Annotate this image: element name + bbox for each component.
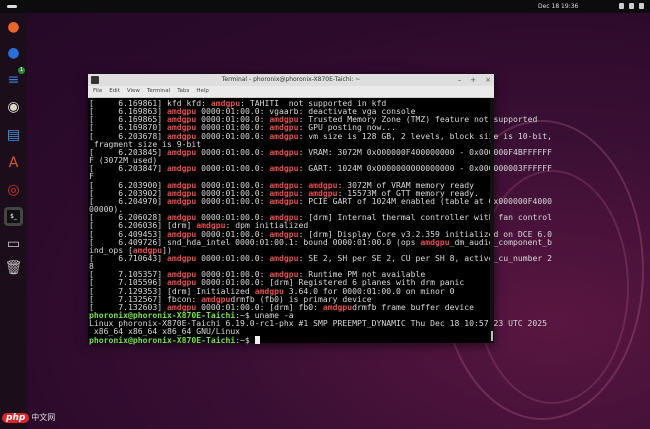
text-cursor <box>254 335 260 344</box>
dock-rhythmbox[interactable]: ◉ <box>4 97 23 116</box>
notification-badge: 1 <box>18 67 25 74</box>
dock-writer[interactable]: ▤ <box>4 125 23 144</box>
notes-icon: ≡ <box>7 71 20 88</box>
menu-help[interactable]: Help <box>196 86 209 97</box>
dock-trash[interactable]: 🗑 <box>4 258 23 277</box>
terminal-icon: $_ <box>7 210 20 223</box>
menu-file[interactable]: File <box>93 86 102 97</box>
terminal-text: : VRAM: 3072M 0x000000F400000000 - 0x000… <box>298 146 552 157</box>
volume-icon <box>629 3 634 9</box>
menu-view[interactable]: View <box>127 86 140 97</box>
terminal-icon <box>91 76 99 84</box>
driver-name: amdgpu <box>420 236 450 247</box>
terminal-line: [ 6.203847] amdgpu 0000:01:00.0: amdgpu:… <box>89 163 552 174</box>
driver-name: amdgpu <box>166 163 197 174</box>
app-center-icon: A <box>8 154 19 171</box>
writer-icon: ▤ <box>6 126 21 143</box>
terminal-text: [ 6.710643] <box>89 252 167 263</box>
driver-name: amdgpu <box>269 252 299 263</box>
maximize-icon[interactable]: + <box>470 74 476 86</box>
network-icon <box>619 3 624 9</box>
terminal-line: phoronix@phoronix-X870E-Taichi:~$ <box>89 334 490 345</box>
title-bar[interactable]: Terminal - phoronix@phoronix-X870E-Taich… <box>88 74 494 86</box>
driver-name: amdgpu <box>166 195 197 206</box>
terminal-window: Terminal - phoronix@phoronix-X870E-Taich… <box>88 74 552 345</box>
scrollbar[interactable] <box>490 98 494 343</box>
driver-name: amdgpu <box>269 195 299 206</box>
terminal-text: _dm_audio_component_b <box>449 236 552 247</box>
menu-tabs[interactable]: Tabs <box>177 86 189 97</box>
dock-thunderbird[interactable]: ● <box>4 43 23 62</box>
dock-notes[interactable]: ≡ 1 <box>4 67 25 89</box>
terminal-text: 0000:01:00.0: <box>196 195 270 206</box>
dock: ● ● ≡ 1 ◉ ▤ A ◎ $_ ▭ 🗑 <box>0 13 27 429</box>
menu-edit[interactable]: Edit <box>109 86 120 97</box>
dock-firefox[interactable]: ● <box>4 17 23 36</box>
dock-drive[interactable]: ▭ <box>4 234 23 253</box>
thunderbird-icon: ● <box>7 44 20 61</box>
watermark-logo: php <box>2 412 30 423</box>
power-icon <box>639 3 644 9</box>
help-icon: ◎ <box>7 181 20 198</box>
driver-name: amdgpu <box>166 252 197 263</box>
terminal-text: [ 6.203847] <box>89 163 167 174</box>
top-bar: Dec 18 19:36 <box>0 0 650 13</box>
menu-terminal[interactable]: Terminal <box>147 86 170 97</box>
terminal-text: drmfb frame buffer device <box>352 301 474 312</box>
terminal-text: : [drm] Internal thermal controller with… <box>298 212 552 223</box>
terminal-text: 0000:01:00.0: <box>196 130 270 141</box>
terminal-text: : PCIE GART of 1024M enabled (table at 0… <box>298 195 552 206</box>
terminal-text: 0000:01:00.0: <box>196 146 270 157</box>
driver-name: amdgpu <box>166 146 197 157</box>
terminal-line: [ 6.204970] amdgpu 0000:01:00.0: amdgpu:… <box>89 195 552 206</box>
menu-bar: File Edit View Terminal Tabs Help <box>88 86 494 98</box>
clock[interactable]: Dec 18 19:36 <box>538 3 578 10</box>
terminal-text: :~$ <box>235 334 255 345</box>
drive-icon: ▭ <box>6 235 21 252</box>
terminal-text: : SE 2, SH per SE 2, CU per SH 8, active… <box>298 252 552 263</box>
firefox-icon: ● <box>7 18 20 35</box>
terminal-output[interactable]: [ 6.169861] kfd kfd: amdgpu: TAHITI not … <box>89 98 552 345</box>
watermark: php 中文网 <box>2 412 55 423</box>
terminal-text: 0000:01:00.0: <box>196 163 270 174</box>
dock-terminal[interactable]: $_ <box>4 207 23 226</box>
terminal-text: : vm size is 128 GB, 2 levels, block siz… <box>298 130 552 141</box>
dock-app-center[interactable]: A <box>4 153 23 172</box>
driver-name: amdgpu <box>322 301 353 312</box>
rhythmbox-icon: ◉ <box>7 98 20 115</box>
driver-name: amdgpu <box>269 146 299 157</box>
dock-help[interactable]: ◎ <box>4 180 23 199</box>
activities-button[interactable] <box>7 5 17 8</box>
driver-name: amdgpu <box>269 163 299 174</box>
close-icon[interactable]: × <box>485 74 491 86</box>
minimize-icon[interactable]: – <box>458 74 462 86</box>
trash-icon: 🗑 <box>4 259 23 276</box>
shell-prompt: phoronix@phoronix-X870E-Taichi <box>89 334 236 345</box>
system-tray[interactable] <box>619 3 644 9</box>
terminal-text: : GART: 1024M 0x0000000000000000 - 0x000… <box>298 163 552 174</box>
window-title: Terminal - phoronix@phoronix-X870E-Taich… <box>221 76 361 83</box>
driver-name: amdgpu <box>269 130 299 141</box>
terminal-line: [ 6.710643] amdgpu 0000:01:00.0: amdgpu:… <box>89 252 552 263</box>
terminal-text: 0000:01:00.0: <box>196 252 270 263</box>
watermark-text: 中文网 <box>31 413 56 422</box>
